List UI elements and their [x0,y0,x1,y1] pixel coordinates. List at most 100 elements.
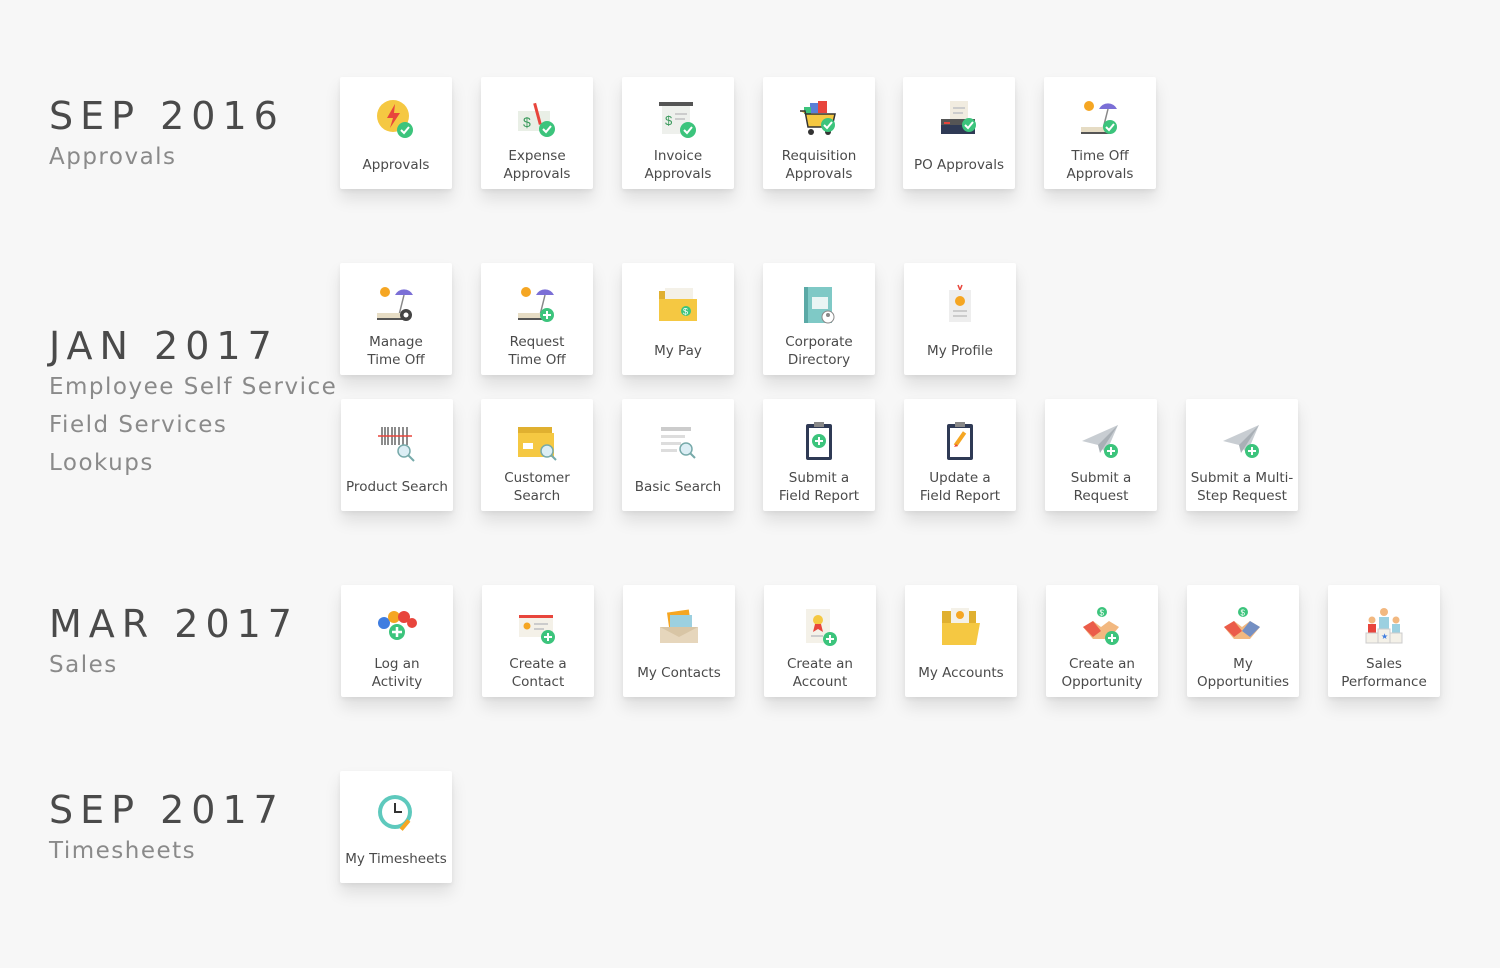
accounts-folder-icon [942,608,980,645]
contact-card-add-icon [519,615,555,644]
section-mar-2017: MAR 2017 Sales [49,602,299,684]
tile-label: Submit a Request [1070,470,1132,504]
svg-text:★: ★ [1381,632,1388,641]
svg-text:$: $ [683,307,688,317]
tile-label: Sales Performance [1341,656,1427,690]
requisition-approvals-tile[interactable]: Requisition Approvals [763,77,875,189]
tile-label: Create an Opportunity [1061,656,1143,690]
directory-book-icon [804,287,835,324]
my-timesheets-tile[interactable]: My Timesheets [340,771,452,883]
section-category: Field Services [49,412,228,438]
section-category: Timesheets [49,838,197,864]
beach-umbrella-icon [1081,101,1117,134]
section-date: MAR 2017 [49,602,299,646]
section-date: SEP 2016 [49,94,285,138]
svg-text:$: $ [665,113,673,128]
tile-label: Expense Approvals [503,148,571,182]
lightning-bulb-icon [377,100,413,138]
tile-label: Corporate Directory [785,334,853,368]
tile-label: Update a Field Report [919,470,1001,504]
svg-text:$: $ [523,114,531,130]
request-time-off-tile[interactable]: Request Time Off [481,263,593,375]
submit-multi-step-request-tile[interactable]: Submit a Multi- Step Request [1186,399,1298,511]
clipboard-edit-icon [947,422,973,460]
tile-label: Customer Search [504,470,570,504]
create-account-tile[interactable]: Create an Account [764,585,876,697]
tile-label: Approvals [362,157,430,173]
section-sep-2016: SEP 2016 Approvals [49,94,285,176]
create-contact-tile[interactable]: Create a Contact [482,585,594,697]
tile-label: Create a Contact [509,656,567,690]
tile-label: PO Approvals [914,157,1004,173]
section-date: SEP 2017 [49,788,285,832]
section-sep-2017: SEP 2017 Timesheets [49,788,285,870]
my-contacts-tile[interactable]: My Contacts [623,585,735,697]
po-approvals-tile[interactable]: PO Approvals [903,77,1015,189]
expense-receipt-icon: $ [518,102,555,137]
activity-bubbles-icon [378,611,417,640]
tile-label: Basic Search [634,479,722,495]
folder-search-icon [518,427,557,461]
po-register-icon [941,101,976,134]
section-category: Employee Self Service [49,374,338,400]
section-category: Lookups [49,450,154,476]
sales-performance-tile[interactable]: ★ Sales Performance [1328,585,1440,697]
tile-label: Requisition Approvals [781,148,857,182]
svg-text:$: $ [1100,609,1105,618]
tile-label: Request Time Off [508,334,566,368]
beach-add-icon [518,287,554,322]
create-opportunity-tile[interactable]: $ Create an Opportunity [1046,585,1158,697]
submit-request-tile[interactable]: Submit a Request [1045,399,1157,511]
invoice-approvals-tile[interactable]: $ Invoice Approvals [622,77,734,189]
update-field-report-tile[interactable]: Update a Field Report [904,399,1016,511]
tile-label: Product Search [346,479,448,495]
clock-icon [378,795,412,831]
paper-plane-icon [1082,425,1118,458]
tile-label: Log an Activity [371,656,423,690]
contacts-box-icon [660,609,698,643]
tile-label: Submit a Multi- Step Request [1190,470,1294,504]
section-date: JAN 2017 [49,324,279,368]
document-search-icon [661,427,696,459]
my-opportunities-tile[interactable]: $ My Opportunities [1187,585,1299,697]
my-pay-tile[interactable]: $ My Pay [622,263,734,375]
paper-plane-icon [1223,425,1259,458]
tile-label: Invoice Approvals [644,148,712,182]
certificate-add-icon [806,609,837,646]
tile-label: Time Off Approvals [1066,148,1134,182]
corporate-directory-tile[interactable]: Corporate Directory [763,263,875,375]
tile-label: My Timesheets [345,851,447,867]
log-activity-tile[interactable]: Log an Activity [341,585,453,697]
my-accounts-tile[interactable]: My Accounts [905,585,1017,697]
submit-field-report-tile[interactable]: Submit a Field Report [763,399,875,511]
section-category: Approvals [49,144,177,170]
invoice-icon: $ [659,102,696,138]
podium-people-icon: ★ [1365,608,1403,644]
manage-time-off-tile[interactable]: Manage Time Off [340,263,452,375]
beach-settings-icon [377,287,413,321]
tile-label: My Accounts [918,665,1004,681]
approvals-tile[interactable]: Approvals [340,77,452,189]
clipboard-add-icon [806,422,832,460]
expense-approvals-tile[interactable]: $ Expense Approvals [481,77,593,189]
handshake-add-icon: $ [1083,607,1119,645]
tile-label: Manage Time Off [367,334,425,368]
customer-search-tile[interactable]: Customer Search [481,399,593,511]
time-off-approvals-tile[interactable]: Time Off Approvals [1044,77,1156,189]
my-profile-tile[interactable]: My Profile [904,263,1016,375]
section-jan-2017: JAN 2017 Employee Self Service Field Ser… [49,324,337,482]
handshake-icon: $ [1224,607,1260,639]
id-badge-icon [949,284,971,322]
shopping-cart-icon [800,101,836,135]
tile-label: Create an Account [787,656,853,690]
product-search-tile[interactable]: Product Search [341,399,453,511]
svg-text:$: $ [1241,609,1246,618]
barcode-search-icon [378,427,415,462]
tile-label: My Contacts [637,665,721,681]
basic-search-tile[interactable]: Basic Search [622,399,734,511]
tile-label: My Opportunities [1196,656,1290,690]
pay-folder-icon: $ [659,288,697,321]
tile-label: My Profile [927,343,993,359]
tile-label: My Pay [654,343,702,359]
section-category: Sales [49,652,118,678]
